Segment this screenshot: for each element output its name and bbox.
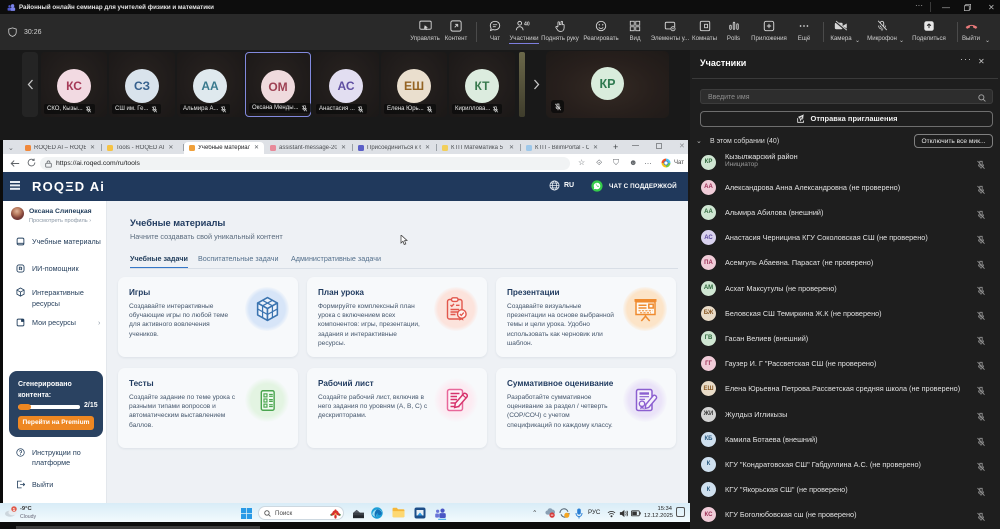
svg-text:1: 1 bbox=[13, 507, 16, 512]
